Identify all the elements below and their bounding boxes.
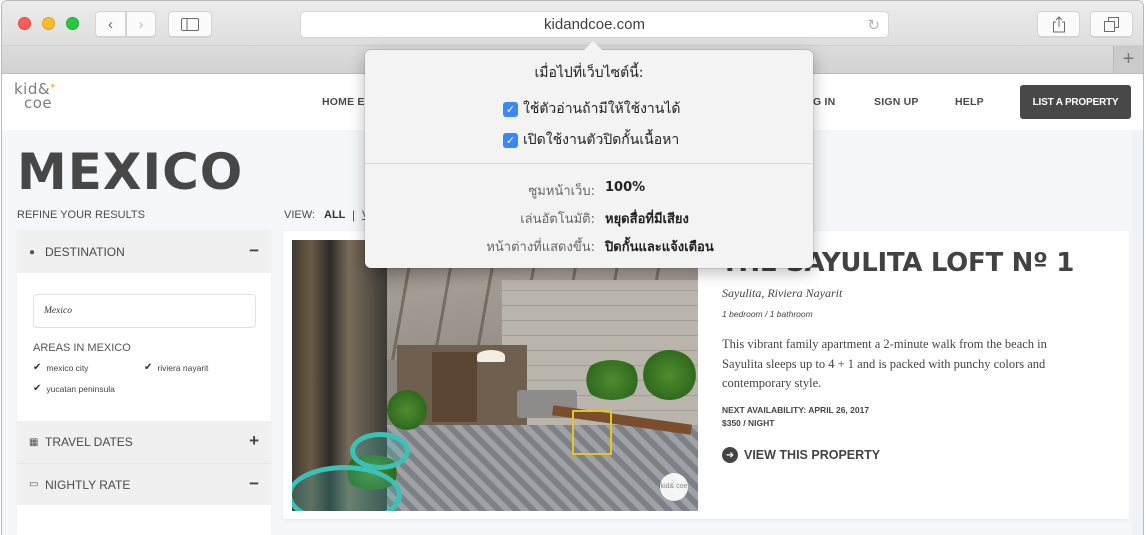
safari-window: ‹ › kidandcoe.com ↻ + kid& coe ✦ HOME EX… [1,0,1144,535]
enable-content-blockers-checkbox[interactable]: ✓ เปิดใช้งานตัวปิดกั้นเนื้อหา [503,129,679,151]
new-tab-button[interactable]: + [1113,46,1143,73]
arrow-circle-icon: ➜ [722,447,738,463]
auto-play-label: เล่นอัตโนมัติ: [520,212,595,227]
checkbox-checked-icon: ✓ [503,101,518,117]
destination-filter-header[interactable]: ● DESTINATION − [17,231,271,273]
areas-title: AREAS IN MEXICO [33,342,131,354]
listing-location: Sayulita, Riviera Nayarit [722,286,843,300]
auto-play-select[interactable]: หยุดสื่อที่มีเสียง [605,208,689,229]
travel-dates-label: TRAVEL DATES [45,435,133,449]
page-right-margin [1132,130,1143,535]
page-title: MEXICO [17,143,244,201]
popover-title: เมื่อไปที่เว็บไซต์นี้: [534,65,644,81]
chevron-right-icon: › [138,15,144,33]
popover-divider [365,163,813,164]
photo-yellow-chair [572,410,612,455]
sidebar-toggle-button[interactable] [168,11,212,37]
minimize-window-button[interactable] [42,17,55,30]
globe-icon: ● [29,246,36,258]
collapse-icon[interactable]: − [249,474,259,494]
checkbox-checked-icon: ✓ [503,132,518,148]
chevron-left-icon: ‹ [108,15,113,33]
listing-price: $350 / NIGHT [722,418,775,428]
sidebar-icon [181,17,199,31]
nav-help[interactable]: HELP [955,96,984,108]
listing-rooms: 1 bedroom / 1 bathroom [722,309,813,319]
browser-toolbar: ‹ › kidandcoe.com ↻ [2,1,1143,46]
money-icon: ▭ [29,479,39,490]
forward-button[interactable]: › [126,11,156,37]
list-a-property-button[interactable]: LIST A PROPERTY [1020,85,1131,119]
listing-availability: NEXT AVAILABILITY: APRIL 26, 2017 [722,405,870,415]
photo-door [432,352,477,422]
listing-photo[interactable]: kid& coe [292,240,698,511]
area-checkbox-riviera-nayarit[interactable]: ✔ riviera nayarit [144,362,208,373]
nightly-rate-label: NIGHTLY RATE [45,477,131,492]
close-window-button[interactable] [18,17,31,30]
photo-lamp [477,350,505,362]
page-zoom-label: ซูมหน้าเว็บ: [528,184,595,199]
filters-panel: ● DESTINATION − Mexico AREAS IN MEXICO ✔… [17,231,271,535]
show-tabs-button[interactable] [1090,11,1133,37]
view-separator: | [352,208,356,222]
star-icon: ✦ [49,82,58,92]
view-all-link[interactable]: ALL [324,209,345,221]
nav-log-in[interactable]: G IN [813,96,835,108]
use-reader-checkbox[interactable]: ✓ ใช้ตัวอ่านถ้ามีให้ใช้งานได้ [503,98,681,120]
collapse-icon[interactable]: − [249,241,259,261]
nightly-rate-filter-header[interactable]: ▭ NIGHTLY RATE − [17,463,271,505]
share-button[interactable] [1037,11,1080,37]
reload-icon[interactable]: ↻ [867,16,880,34]
area-checkbox-mexico-city[interactable]: ✔ mexico city [33,362,88,373]
travel-dates-filter-header[interactable]: ▦ TRAVEL DATES + [17,421,271,463]
zoom-window-button[interactable] [66,17,79,30]
website-settings-popover: เมื่อไปที่เว็บไซต์นี้: ✓ ใช้ตัวอ่านถ้ามี… [365,41,813,268]
destination-label: DESTINATION [45,245,125,259]
plus-icon: + [1122,48,1135,70]
page-zoom-select[interactable]: 100% [605,180,645,195]
photo-plant [582,360,642,400]
calendar-icon: ▦ [29,436,39,448]
share-icon [1052,15,1065,32]
checkmark-icon: ✔ [33,362,42,373]
area-checkbox-yucatan-peninsula[interactable]: ✔ yucatan peninsula [33,383,115,394]
site-logo[interactable]: kid& coe ✦ [14,82,58,120]
photo-watermark-logo: kid& coe [660,473,688,501]
checkmark-icon: ✔ [144,362,153,373]
refine-results-label: REFINE YOUR RESULTS [17,209,145,221]
photo-plant [642,350,697,400]
pop-up-windows-select[interactable]: ปิดกั้นและแจ้งเตือน [605,236,714,257]
pop-up-windows-label: หน้าต่างที่แสดงขึ้น: [486,240,595,255]
back-button[interactable]: ‹ [95,11,126,37]
address-bar[interactable]: kidandcoe.com ↻ [300,11,889,38]
photo-teal-chair [350,432,410,470]
nav-sign-up[interactable]: SIGN UP [874,96,919,108]
listing-description: This vibrant family apartment a 2-minute… [722,337,1047,390]
checkmark-icon: ✔ [33,383,42,394]
tabs-overview-icon [1104,16,1119,32]
listing-card: kid& coe THE SAYULITA LOFT Nº 1 Sayulita… [283,231,1129,519]
photo-plant [387,390,427,430]
view-property-link[interactable]: ➜ VIEW THIS PROPERTY [722,447,880,463]
view-label: VIEW: [284,209,315,221]
expand-icon[interactable]: + [249,431,259,451]
destination-input[interactable]: Mexico [33,294,256,328]
url-text: kidandcoe.com [544,16,645,33]
